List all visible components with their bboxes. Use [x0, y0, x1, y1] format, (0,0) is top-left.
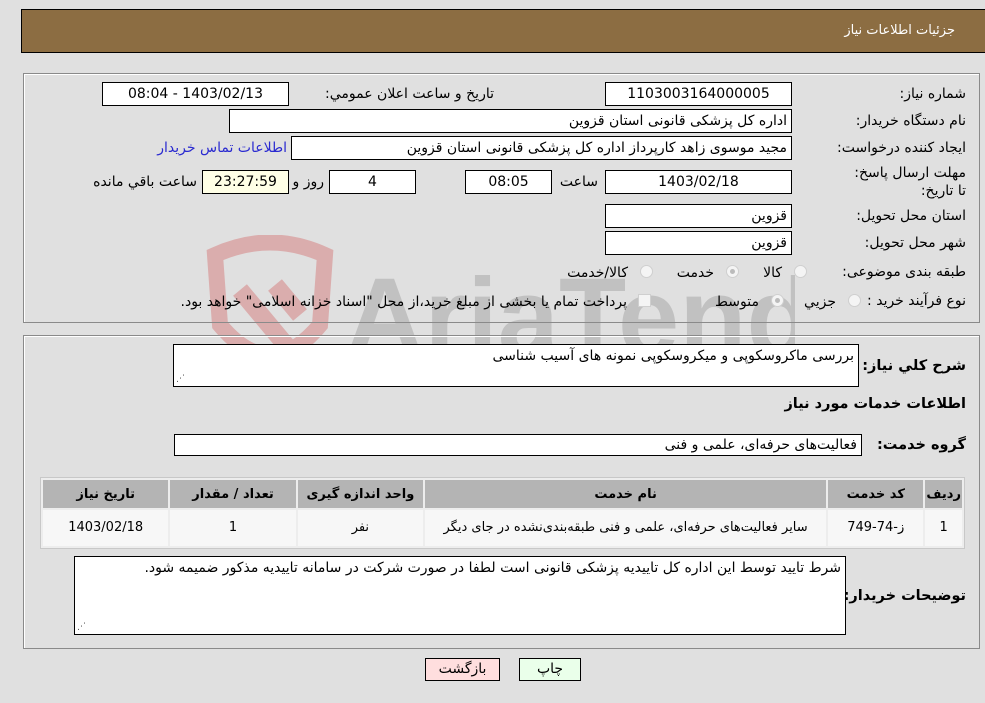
service-group-field: فعالیت‌های حرفه‌ای، علمی و فنی: [174, 434, 862, 456]
col-header-quantity: تعداد / مقدار: [170, 480, 296, 508]
description-text: بررسی ماکروسکوپی و میکروسکوپی نمونه های …: [492, 348, 854, 364]
category-radio-service[interactable]: [726, 265, 739, 278]
time-remaining-label: ساعت باقي مانده: [93, 174, 197, 190]
need-number-label: شماره نیاز:: [899, 86, 967, 102]
back-button[interactable]: بازگشت: [425, 658, 500, 681]
need-services-panel: شرح کلي نیاز: بررسی ماکروسکوپی و میکروسک…: [23, 335, 980, 649]
deadline-label: مهلت ارسال پاسخ: تا تاریخ:: [854, 165, 966, 199]
treasury-payment-checkbox[interactable]: [638, 294, 651, 307]
cell-quantity: 1: [170, 510, 296, 546]
buyer-notes-label: توضیحات خریدار:: [843, 588, 966, 604]
process-label: نوع فرآیند خرید :: [867, 293, 966, 309]
category-option-goods: کالا: [763, 265, 782, 281]
city-label: شهر محل تحویل:: [864, 235, 966, 251]
resize-grip-icon[interactable]: ⋰: [176, 374, 186, 384]
col-header-row: ردیف: [925, 480, 962, 508]
category-radio-goods[interactable]: [794, 265, 807, 278]
city-field: قزوین: [605, 231, 792, 255]
services-heading: اطلاعات خدمات مورد نیاز: [784, 396, 966, 412]
deadline-time-field: 08:05: [465, 170, 552, 194]
cell-code: ز-74-749: [828, 510, 924, 546]
province-field: قزوین: [605, 204, 792, 228]
cell-name: سایر فعالیت‌های حرفه‌ای، علمی و فنی طبقه…: [425, 510, 827, 546]
category-option-goods-service: کالا/خدمت: [567, 265, 628, 281]
deadline-date-field: 1403/02/18: [605, 170, 792, 194]
buyer-org-field: اداره کل پزشکی قانونی استان قزوین: [229, 109, 792, 133]
category-option-service: خدمت: [676, 265, 714, 281]
buyer-notes-text: شرط تایید توسط این اداره کل تاییدیه پزشک…: [144, 560, 841, 576]
days-remaining-field: 4: [329, 170, 416, 194]
cell-unit: نفر: [297, 510, 424, 546]
services-table: ردیف کد خدمت نام خدمت واحد اندازه گیری ت…: [40, 477, 965, 549]
cell-date: 1403/02/18: [43, 510, 169, 546]
buyer-contact-link[interactable]: اطلاعات تماس خریدار: [157, 140, 287, 156]
creator-field: مجید موسوی زاهد کارپرداز اداره کل پزشکی …: [291, 136, 792, 160]
need-details-panel: شماره نیاز: 1103003164000005 تاریخ و ساع…: [23, 73, 980, 323]
province-label: استان محل تحویل:: [856, 208, 966, 224]
process-radio-minor[interactable]: [848, 294, 861, 307]
col-header-name: نام خدمت: [425, 480, 827, 508]
buyer-org-label: نام دستگاه خریدار:: [855, 113, 966, 129]
col-header-unit: واحد اندازه گیری: [297, 480, 424, 508]
print-button[interactable]: چاپ: [519, 658, 581, 681]
creator-label: ایجاد کننده درخواست:: [837, 140, 966, 156]
resize-grip-icon[interactable]: ⋰: [77, 622, 87, 632]
page-header: جزئیات اطلاعات نیاز: [21, 9, 985, 53]
col-header-date: تاریخ نیاز: [43, 480, 169, 508]
treasury-payment-note: پرداخت تمام یا بخشی از مبلغ خرید،از محل …: [180, 294, 627, 310]
process-radio-medium[interactable]: [771, 294, 784, 307]
announce-date-field: 1403/02/13 - 08:04: [102, 82, 289, 106]
need-number-field: 1103003164000005: [605, 82, 792, 106]
description-textarea[interactable]: بررسی ماکروسکوپی و میکروسکوپی نمونه های …: [173, 344, 859, 387]
page-title: جزئیات اطلاعات نیاز: [844, 23, 955, 38]
deadline-time-label: ساعت: [559, 174, 598, 190]
time-remaining-field: 23:27:59: [202, 170, 289, 194]
description-label: شرح کلي نیاز:: [862, 358, 966, 374]
process-option-minor: جزیي: [804, 294, 836, 310]
services-table-header: ردیف کد خدمت نام خدمت واحد اندازه گیری ت…: [43, 480, 962, 508]
announce-date-label: تاریخ و ساعت اعلان عمومي:: [325, 86, 494, 102]
service-group-label: گروه خدمت:: [876, 437, 966, 453]
col-header-code: کد خدمت: [828, 480, 924, 508]
category-label: طبقه بندی موضوعی:: [842, 264, 966, 280]
buyer-notes-textarea[interactable]: شرط تایید توسط این اداره کل تاییدیه پزشک…: [74, 556, 846, 635]
days-label: روز و: [292, 174, 325, 190]
process-option-medium: متوسط: [715, 294, 759, 310]
cell-row: 1: [925, 510, 962, 546]
category-radio-goods-service[interactable]: [640, 265, 653, 278]
table-row: 1 ز-74-749 سایر فعالیت‌های حرفه‌ای، علمی…: [43, 510, 962, 546]
